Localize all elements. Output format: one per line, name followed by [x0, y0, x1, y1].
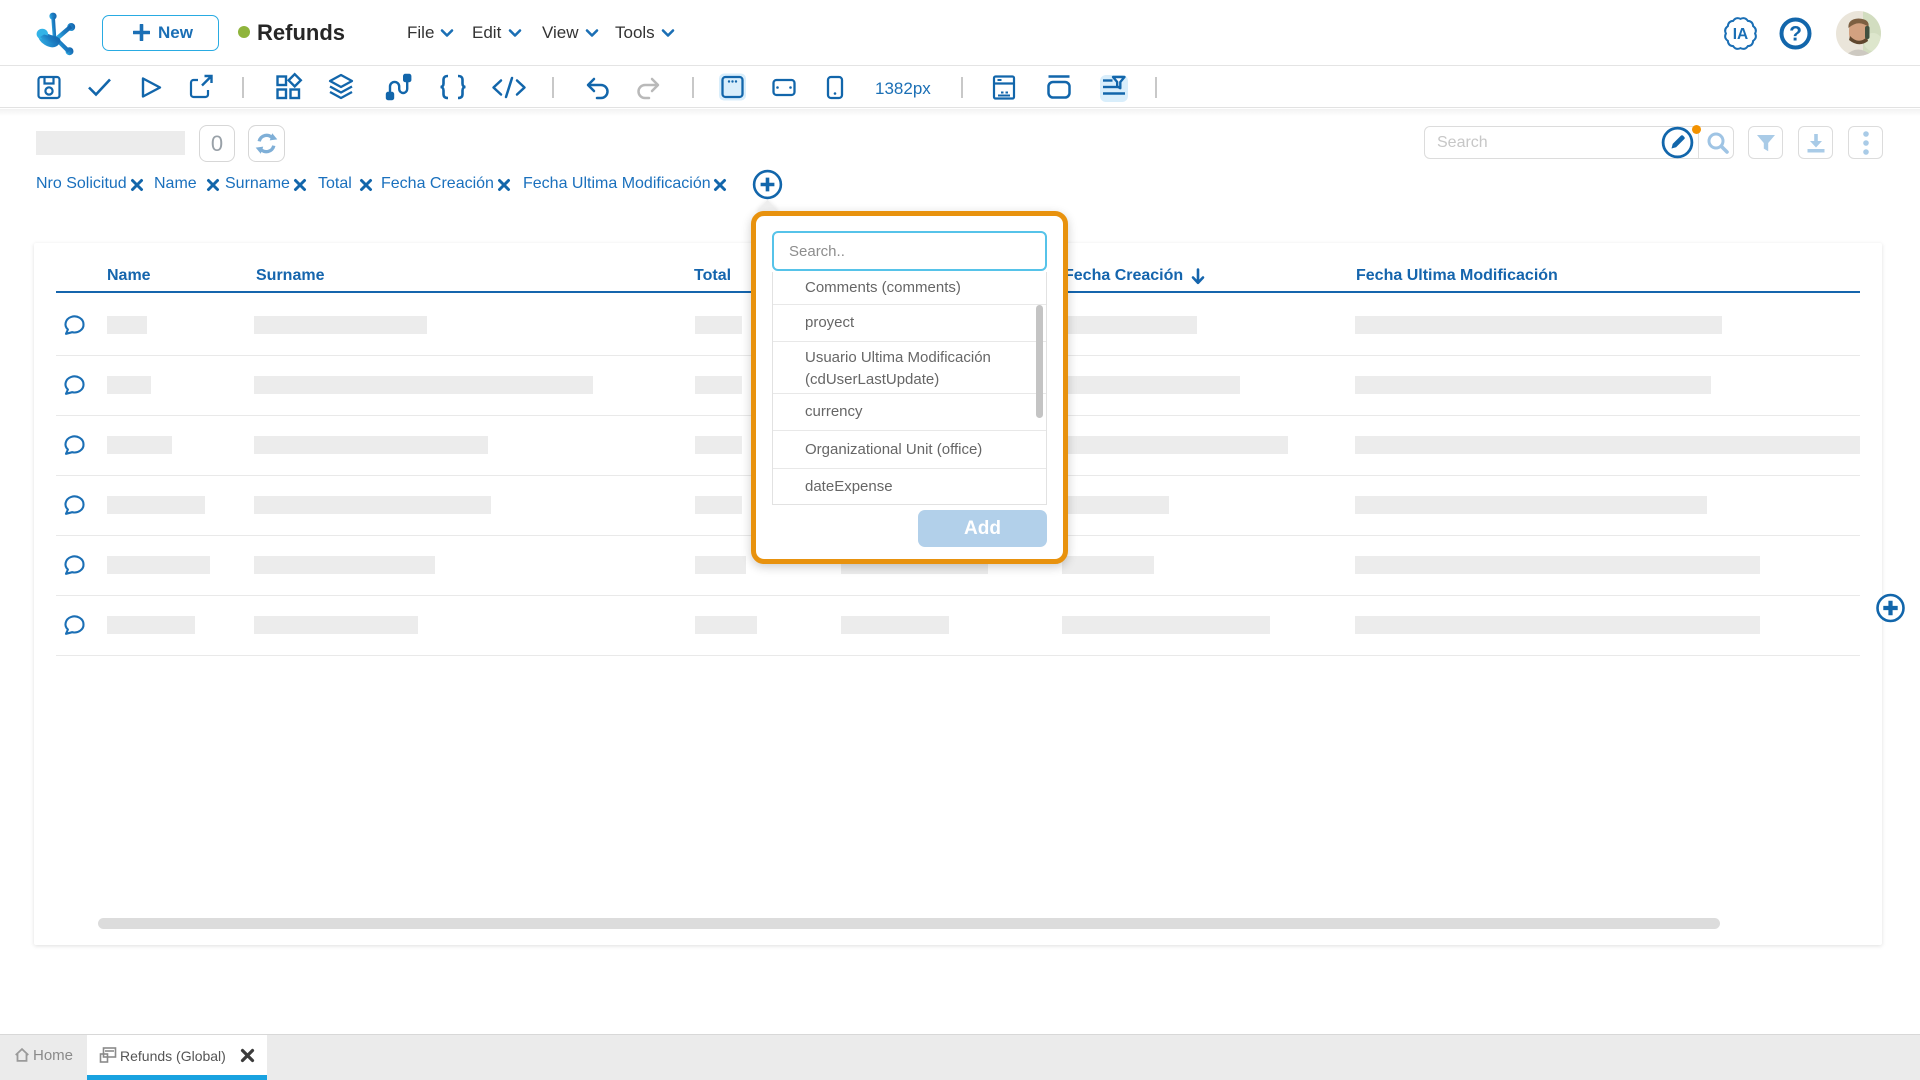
svg-text:?: ? [1789, 23, 1802, 46]
svg-text:IA: IA [1733, 26, 1749, 43]
